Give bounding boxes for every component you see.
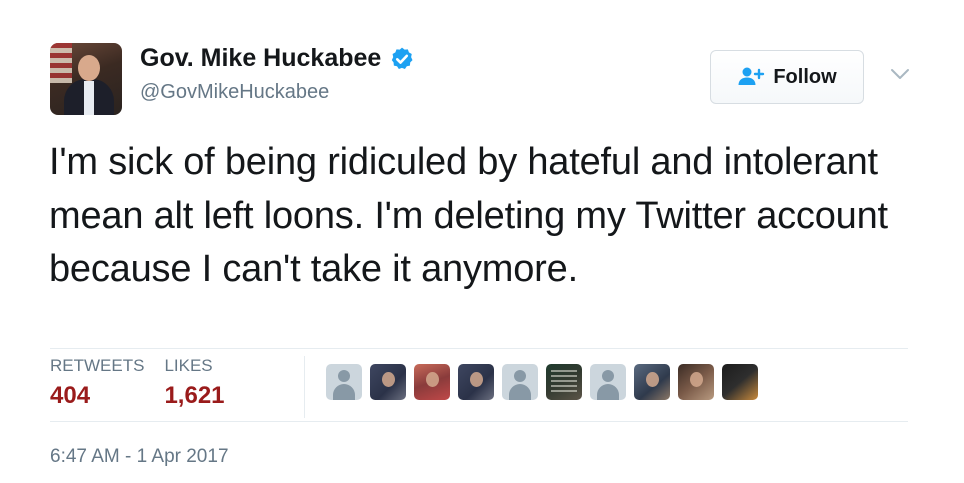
liker-avatar[interactable] xyxy=(370,364,406,400)
liker-avatar[interactable] xyxy=(458,364,494,400)
liker-avatar[interactable] xyxy=(634,364,670,400)
likes-label: LIKES xyxy=(164,356,213,375)
stats-divider-top xyxy=(50,348,908,349)
stats-vertical-divider xyxy=(304,356,305,418)
verified-badge-icon xyxy=(392,47,413,69)
retweets-stat[interactable]: RETWEETS 404 xyxy=(50,356,144,410)
follow-button-label: Follow xyxy=(773,65,837,88)
liker-avatar[interactable] xyxy=(326,364,362,400)
retweets-label: RETWEETS xyxy=(50,356,145,375)
stats-divider-bottom xyxy=(50,421,908,422)
author-name[interactable]: Gov. Mike Huckabee xyxy=(140,44,381,73)
tweet-text: I'm sick of being ridiculed by hateful a… xyxy=(49,141,888,290)
likes-stat[interactable]: LIKES 1,621 xyxy=(164,356,224,410)
retweets-count: 404 xyxy=(50,382,91,409)
author-avatar[interactable] xyxy=(50,43,122,115)
author-handle[interactable]: @GovMikeHuckabee xyxy=(140,81,329,104)
liker-avatar[interactable] xyxy=(414,364,450,400)
follow-button[interactable]: Follow xyxy=(710,50,864,104)
liker-avatar[interactable] xyxy=(502,364,538,400)
avatar-shirt xyxy=(84,81,94,115)
likes-count: 1,621 xyxy=(164,382,225,409)
liked-by-avatars xyxy=(326,364,758,400)
tweet-stats: RETWEETS 404 LIKES 1,621 xyxy=(50,356,245,410)
liker-avatar[interactable] xyxy=(590,364,626,400)
liker-avatar[interactable] xyxy=(722,364,758,400)
liker-avatar[interactable] xyxy=(546,364,582,400)
add-user-icon xyxy=(738,67,765,85)
author-name-row[interactable]: Gov. Mike Huckabee xyxy=(140,44,415,73)
avatar-flag xyxy=(50,43,72,83)
avatar-head xyxy=(78,55,100,81)
liker-avatar[interactable] xyxy=(678,364,714,400)
chevron-down-icon[interactable] xyxy=(889,66,911,82)
tweet-timestamp[interactable]: 6:47 AM - 1 Apr 2017 xyxy=(50,446,229,468)
